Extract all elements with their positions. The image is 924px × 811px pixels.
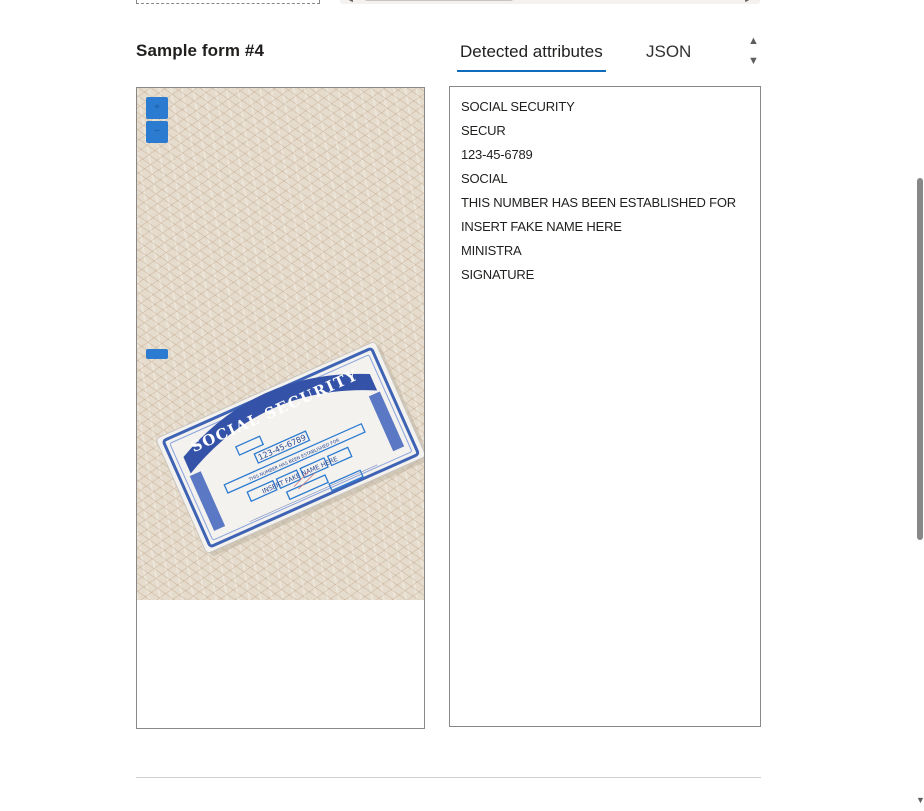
previous-image-frame (136, 0, 320, 4)
tab-detected-attributes[interactable]: Detected attributes (457, 38, 606, 72)
scroll-left-icon[interactable]: ◀ (346, 0, 353, 3)
page-scroll-down-icon[interactable]: ▼ (916, 795, 924, 805)
tab-scroll-control[interactable]: ▲ ▼ (744, 33, 764, 73)
attribute-item: SOCIAL SECURITY (461, 99, 575, 114)
page-scrollbar[interactable]: ▼ (916, 0, 924, 811)
attributes-panel: SOCIAL SECURITY SECUR 123-45-6789 SOCIAL… (449, 86, 761, 727)
scroll-up-icon[interactable]: ▲ (748, 35, 759, 47)
section-divider (136, 777, 761, 778)
image-viewer[interactable]: SOCIAL SECURITY 123-45-6789 THIS NUMBER … (136, 87, 425, 729)
pan-handle[interactable] (146, 349, 168, 359)
attribute-item: THIS NUMBER HAS BEEN ESTABLISHED FOR (461, 195, 736, 210)
attribute-item: SECUR (461, 123, 506, 138)
attribute-item: SIGNATURE (461, 267, 535, 282)
form-title: Sample form #4 (136, 41, 265, 60)
form-image: SOCIAL SECURITY 123-45-6789 THIS NUMBER … (137, 88, 424, 600)
attribute-item: 123-45-6789 (461, 147, 533, 162)
scroll-down-icon[interactable]: ▼ (748, 55, 759, 67)
attribute-item: SOCIAL (461, 171, 508, 186)
social-security-card-illustration: SOCIAL SECURITY 123-45-6789 THIS NUMBER … (156, 341, 424, 556)
page-scroll-thumb[interactable] (917, 178, 923, 540)
horizontal-scroll-thumb[interactable] (365, 0, 513, 1)
attribute-item: INSERT FAKE NAME HERE (461, 219, 622, 234)
zoom-in-icon[interactable]: + (146, 97, 168, 119)
scroll-right-icon[interactable]: ▶ (745, 0, 752, 3)
attribute-item: MINISTRA (461, 243, 522, 258)
horizontal-scrollbar[interactable]: ◀ ▶ (340, 0, 760, 4)
tab-json[interactable]: JSON (646, 38, 691, 72)
zoom-out-icon[interactable]: − (146, 121, 168, 143)
attributes-list: SOCIAL SECURITY SECUR 123-45-6789 SOCIAL… (450, 87, 760, 295)
